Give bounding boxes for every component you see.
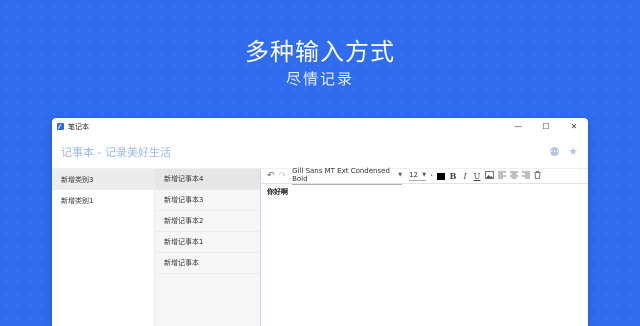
maximize-button[interactable]: ☐ [532,118,560,135]
text-color-picker-icon[interactable]: • [430,173,433,179]
app-window: 笔记本 — ☐ ✕ 记事本 - 记录美好生活 ••• ★ 新增类别3 新增类别1… [52,118,588,326]
redo-icon[interactable]: ↷ [279,171,287,181]
window-title: 笔记本 [68,122,89,131]
star-icon[interactable]: ★ [568,146,578,157]
minimize-button[interactable]: — [504,118,532,135]
note-label: 新增记事本 [164,259,199,267]
editor-text-area[interactable]: 你好啊 [261,184,588,200]
category-item[interactable]: 新增类别1 [52,190,154,211]
category-item[interactable]: 新增类别3 [52,169,154,190]
align-right-icon[interactable] [522,171,531,181]
trash-icon[interactable] [534,171,541,181]
note-item[interactable]: 新增记事本1 [155,232,260,253]
underline-button[interactable]: U [473,172,481,181]
editor-text: 你好啊 [267,188,288,196]
editor-pane: ↶ ↷ Gill Sans MT Ext Condensed Bold ▼ 12… [261,167,588,326]
font-size-select[interactable]: 12 ▼ [409,171,427,181]
notebook-app-icon [57,123,64,130]
text-color-swatch[interactable] [437,172,446,180]
title-bar: 笔记本 — ☐ ✕ [52,118,588,135]
undo-icon[interactable]: ↶ [267,171,275,181]
more-icon[interactable]: ••• [550,147,560,156]
align-center-icon[interactable] [510,171,519,181]
category-list: 新增类别3 新增类别1 [52,169,155,326]
close-button[interactable]: ✕ [560,118,588,135]
note-item[interactable]: 新增记事本 [155,253,260,274]
italic-button[interactable]: I [461,172,469,181]
app-header: 记事本 - 记录美好生活 ••• ★ [52,135,588,169]
note-label: 新增记事本2 [164,217,204,225]
note-list: 新增记事本4 新增记事本3 新增记事本2 新增记事本1 新增记事本 [155,169,261,326]
note-item[interactable]: 新增记事本2 [155,211,260,232]
note-item[interactable]: 新增记事本3 [155,190,260,211]
note-label: 新增记事本4 [164,175,204,183]
hero-title: 多种输入方式 [245,38,395,66]
window-controls: — ☐ ✕ [504,118,588,135]
font-size-value: 12 [409,171,419,179]
page-title: 记事本 - 记录美好生活 [61,145,171,159]
font-family-value: Gill Sans MT Ext Condensed Bold [292,167,390,183]
editor-toolbar: ↶ ↷ Gill Sans MT Ext Condensed Bold ▼ 12… [261,167,588,185]
font-family-select[interactable]: Gill Sans MT Ext Condensed Bold ▼ [292,167,403,185]
note-label: 新增记事本1 [164,238,204,246]
hero-subtitle: 尽情记录 [285,70,354,88]
category-label: 新增类别1 [61,196,94,205]
note-item[interactable]: 新增记事本4 [155,169,260,190]
chevron-down-icon: ▼ [422,172,427,178]
align-left-icon[interactable] [498,171,507,181]
bold-button[interactable]: B [449,171,457,181]
category-label: 新增类别3 [61,175,94,184]
note-label: 新增记事本3 [164,196,204,204]
insert-image-icon[interactable] [485,171,494,181]
chevron-down-icon: ▼ [398,172,403,178]
